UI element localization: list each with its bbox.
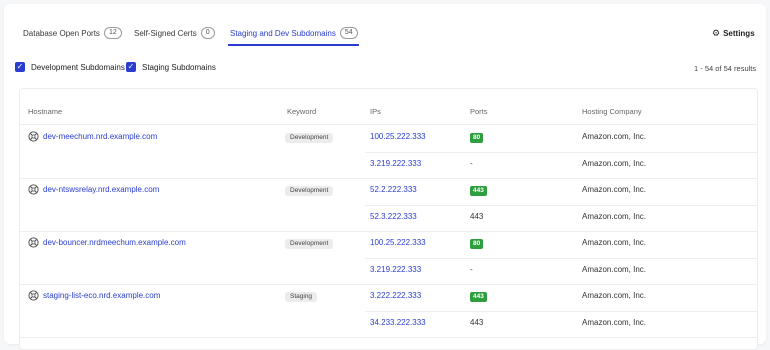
port-value: - bbox=[470, 158, 473, 168]
hosting-company: Amazon.com, Inc. bbox=[582, 317, 647, 327]
site-favicon-icon bbox=[28, 290, 39, 301]
tab-database-open-ports[interactable]: Database Open Ports 12 bbox=[23, 27, 122, 39]
filter-label: Development Subdomains bbox=[31, 62, 125, 72]
keyword-badge: Development bbox=[285, 133, 334, 143]
tab-self-signed-certs[interactable]: Self-Signed Certs 0 bbox=[134, 27, 215, 39]
tab-label: Staging and Dev Subdomains bbox=[230, 28, 336, 38]
row-divider bbox=[365, 310, 757, 312]
filter-staging-subdomains[interactable]: ✓ Staging Subdomains bbox=[126, 62, 216, 72]
column-header-ports[interactable]: Ports bbox=[470, 107, 488, 116]
port-badge: 443 bbox=[470, 186, 487, 196]
subdomains-table: Hostname Keyword IPs Ports Hosting Compa… bbox=[19, 88, 758, 350]
hosting-company: Amazon.com, Inc. bbox=[582, 132, 647, 141]
hostname-link[interactable]: dev-ntswsrelay.nrd.example.com bbox=[43, 185, 159, 194]
settings-button[interactable]: ⚙ Settings bbox=[712, 28, 755, 39]
keyword-badge: Development bbox=[285, 186, 334, 196]
row-divider bbox=[20, 231, 757, 232]
column-header-keyword[interactable]: Keyword bbox=[287, 107, 316, 116]
hostname-link[interactable]: dev-bouncer.nrdmeechum.example.com bbox=[43, 238, 186, 247]
ip-link[interactable]: 100.25.222.333 bbox=[370, 132, 426, 141]
column-header-hostname[interactable]: Hostname bbox=[28, 107, 62, 116]
tab-count-badge: 54 bbox=[339, 27, 358, 39]
ip-link[interactable]: 3.219.222.333 bbox=[370, 265, 421, 274]
filter-development-subdomains[interactable]: ✓ Development Subdomains bbox=[15, 62, 125, 72]
hosting-company: Amazon.com, Inc. bbox=[582, 291, 647, 300]
site-favicon-icon bbox=[28, 184, 39, 195]
hosting-company: Amazon.com, Inc. bbox=[582, 238, 647, 247]
hosting-company: Amazon.com, Inc. bbox=[582, 264, 647, 274]
hosting-company: Amazon.com, Inc. bbox=[582, 211, 647, 221]
main-card: Database Open Ports 12 Self-Signed Certs… bbox=[4, 4, 766, 350]
tab-staging-dev-subdomains[interactable]: Staging and Dev Subdomains 54 bbox=[230, 27, 358, 39]
port-badge: 80 bbox=[470, 133, 484, 143]
results-count: 1 - 54 of 54 results bbox=[694, 64, 757, 73]
gear-icon: ⚙ bbox=[712, 28, 721, 38]
header-divider bbox=[20, 124, 757, 125]
row-divider bbox=[365, 257, 757, 259]
ip-link[interactable]: 34.233.222.333 bbox=[370, 318, 426, 327]
keyword-badge: Development bbox=[285, 239, 334, 249]
site-favicon-icon bbox=[28, 237, 39, 248]
port-badge: 80 bbox=[470, 239, 484, 249]
row-divider bbox=[20, 337, 757, 338]
ip-link[interactable]: 3.222.222.333 bbox=[370, 291, 421, 300]
site-favicon-icon bbox=[28, 131, 39, 142]
ip-link[interactable]: 52.3.222.333 bbox=[370, 212, 417, 221]
checkmark-icon[interactable]: ✓ bbox=[126, 62, 136, 72]
row-divider bbox=[20, 284, 757, 285]
tab-label: Database Open Ports bbox=[23, 28, 100, 38]
row-divider bbox=[365, 151, 757, 153]
tab-count-badge: 12 bbox=[103, 27, 122, 39]
hostname-link[interactable]: dev-meechum.nrd.example.com bbox=[43, 132, 157, 141]
hosting-company: Amazon.com, Inc. bbox=[582, 158, 647, 168]
ip-link[interactable]: 100.25.222.333 bbox=[370, 238, 426, 247]
row-divider bbox=[20, 178, 757, 179]
port-value: 443 bbox=[470, 317, 484, 327]
column-header-hosting-company[interactable]: Hosting Company bbox=[582, 107, 642, 116]
checkmark-icon[interactable]: ✓ bbox=[15, 62, 25, 72]
filter-label: Staging Subdomains bbox=[142, 62, 216, 72]
active-tab-indicator bbox=[228, 44, 359, 46]
hostname-link[interactable]: staging-list-eco.nrd.example.com bbox=[43, 291, 160, 300]
tab-label: Self-Signed Certs bbox=[134, 28, 197, 38]
ip-link[interactable]: 52.2.222.333 bbox=[370, 185, 417, 194]
column-header-ips[interactable]: IPs bbox=[370, 107, 381, 116]
tab-count-badge: 0 bbox=[200, 27, 215, 39]
port-value: - bbox=[470, 264, 473, 274]
ip-link[interactable]: 3.219.222.333 bbox=[370, 159, 421, 168]
row-divider bbox=[365, 204, 757, 206]
port-value: 443 bbox=[470, 211, 484, 221]
hosting-company: Amazon.com, Inc. bbox=[582, 185, 647, 194]
port-badge: 443 bbox=[470, 292, 487, 302]
settings-label: Settings bbox=[723, 29, 755, 38]
keyword-badge: Staging bbox=[285, 292, 318, 302]
